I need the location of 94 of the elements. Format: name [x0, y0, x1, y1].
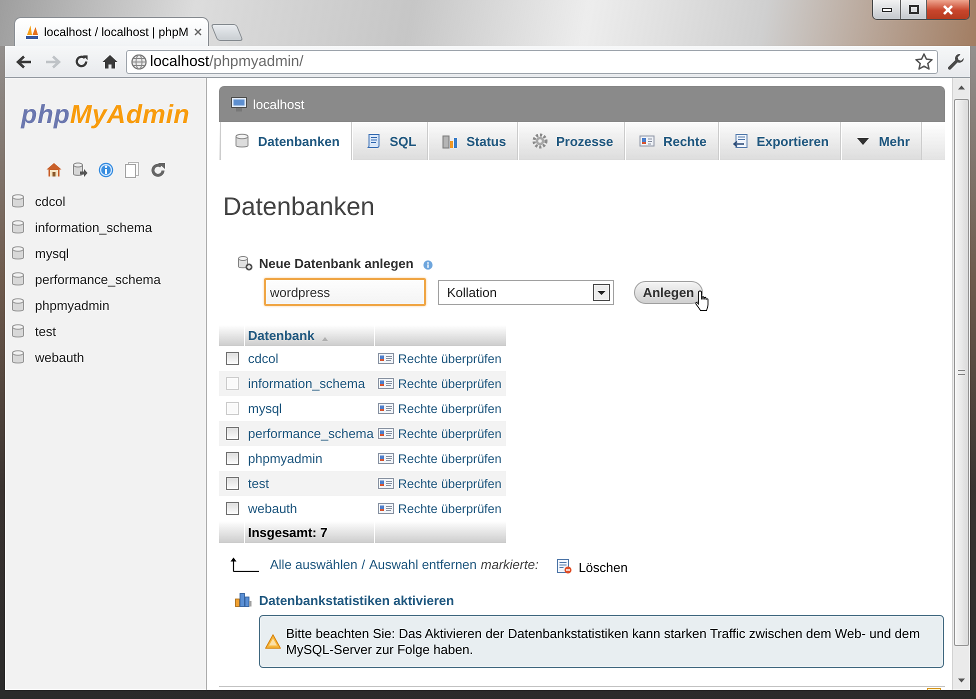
database-icon: [12, 272, 24, 286]
database-icon: [234, 133, 250, 149]
home-icon[interactable]: [102, 54, 118, 69]
id-card-icon: [378, 378, 394, 389]
bar-chart-icon: [235, 593, 252, 607]
sidebar-item[interactable]: test: [5, 318, 206, 344]
maximize-button[interactable]: [901, 0, 927, 19]
collation-select[interactable]: Kollation: [438, 280, 614, 304]
delete-icon[interactable]: [556, 558, 572, 574]
id-card-icon: [378, 353, 394, 364]
info-icon[interactable]: [98, 162, 114, 178]
tab[interactable]: Status: [428, 122, 518, 160]
warning-icon: [265, 634, 281, 649]
tab[interactable]: Exportieren: [718, 122, 841, 160]
sidebar-item[interactable]: webauth: [5, 344, 206, 370]
delete-link[interactable]: Löschen: [578, 560, 628, 574]
close-button[interactable]: [927, 0, 969, 19]
database-add-icon: [238, 256, 253, 270]
checkbox[interactable]: [226, 452, 239, 465]
sort-arrow-icon: [322, 336, 328, 340]
checkbox[interactable]: [226, 352, 239, 365]
minimize-icon: [882, 8, 892, 12]
database-link[interactable]: webauth: [248, 501, 298, 516]
reload-icon[interactable]: [150, 162, 166, 178]
database-link[interactable]: phpmyadmin: [248, 451, 322, 466]
globe-icon: [131, 54, 147, 70]
browser-tab[interactable]: localhost / localhost | phpM: [14, 17, 209, 46]
export-icon: [732, 133, 749, 149]
tab[interactable]: Rechte: [625, 122, 719, 160]
database-icon: [12, 350, 24, 364]
sidebar-item[interactable]: mysql: [5, 240, 206, 266]
maximize-icon: [908, 5, 918, 14]
wrench-icon[interactable]: [947, 52, 965, 70]
enable-statistics-link[interactable]: Datenbankstatistiken aktivieren: [259, 592, 454, 608]
select-all-link[interactable]: Alle auswählen: [270, 556, 358, 572]
checkbox[interactable]: [226, 427, 239, 440]
database-icon: [12, 194, 24, 208]
address-bar[interactable]: localhost/phpmyadmin/: [126, 50, 938, 74]
with-selected-label: markierte:: [480, 556, 539, 572]
database-icon: [12, 298, 24, 312]
bar-chart-icon: [442, 133, 458, 149]
monitor-icon: [231, 96, 247, 112]
scrollbar-thumb[interactable]: [954, 99, 969, 646]
id-card-icon: [639, 133, 656, 149]
database-icon: [12, 324, 24, 338]
checkbox[interactable]: [226, 477, 239, 490]
section-title: Neue Datenbank anlegen: [259, 256, 414, 270]
sidebar-item[interactable]: performance_schema: [5, 266, 206, 292]
sidebar-item[interactable]: cdcol: [5, 188, 206, 214]
tab[interactable]: Datenbanken: [220, 122, 352, 160]
privileges-link[interactable]: Rechte überprüfen: [398, 502, 502, 516]
create-button[interactable]: Anlegen: [634, 280, 703, 304]
total-count: Insgesamt: 7: [248, 524, 328, 540]
privileges-link[interactable]: Rechte überprüfen: [398, 352, 502, 366]
minimize-button[interactable]: [873, 0, 901, 19]
privileges-link[interactable]: Rechte überprüfen: [398, 476, 502, 490]
scroll-icon: [366, 133, 382, 149]
star-icon[interactable]: [915, 53, 933, 70]
database-link[interactable]: test: [248, 476, 269, 491]
id-card-icon: [378, 453, 394, 464]
gear-icon: [532, 133, 548, 149]
id-card-icon: [378, 403, 394, 414]
tab[interactable]: Prozesse: [518, 122, 626, 160]
checkbox[interactable]: [226, 502, 239, 515]
database-link[interactable]: cdcol: [248, 351, 278, 366]
new-tab-button[interactable]: [210, 24, 244, 41]
close-icon[interactable]: [194, 28, 202, 36]
reload-icon[interactable]: [74, 54, 89, 69]
page-heading: Datenbanken: [222, 192, 376, 222]
database-icon: [12, 220, 24, 234]
tab[interactable]: Mehr: [840, 122, 922, 160]
separator-text: /: [361, 556, 366, 572]
tab[interactable]: SQL: [352, 122, 428, 160]
database-arrow-icon[interactable]: [72, 162, 88, 178]
info-icon[interactable]: [422, 260, 433, 270]
privileges-link[interactable]: Rechte überprüfen: [398, 426, 502, 440]
id-card-icon: [378, 503, 394, 514]
sidebar-item[interactable]: information_schema: [5, 214, 206, 240]
home-icon[interactable]: [46, 162, 62, 178]
database-name-field[interactable]: wordpress: [264, 278, 426, 306]
privileges-link[interactable]: Rechte überprüfen: [398, 452, 502, 466]
notice-text: Bitte beachten Sie: Das Aktivieren der Datenbankstatistiken kann starken Traffic zwischen dem Web- und dem MySQL-Server zur Folge haben.: [286, 626, 921, 658]
database-icon: [12, 246, 24, 260]
back-icon[interactable]: [16, 54, 32, 68]
sidebar-item[interactable]: phpmyadmin: [5, 292, 206, 318]
id-card-icon: [378, 478, 394, 489]
id-card-icon: [378, 428, 394, 439]
sail-icon: [25, 25, 39, 39]
close-icon: [942, 4, 954, 14]
logo[interactable]: phpMyAdmin: [21, 100, 190, 128]
hand-cursor-icon: [694, 290, 711, 312]
deselect-all-link[interactable]: Auswahl entfernen: [369, 556, 477, 572]
database-link[interactable]: performance_schema: [248, 426, 374, 441]
select-all-arrow-icon: [230, 556, 259, 572]
